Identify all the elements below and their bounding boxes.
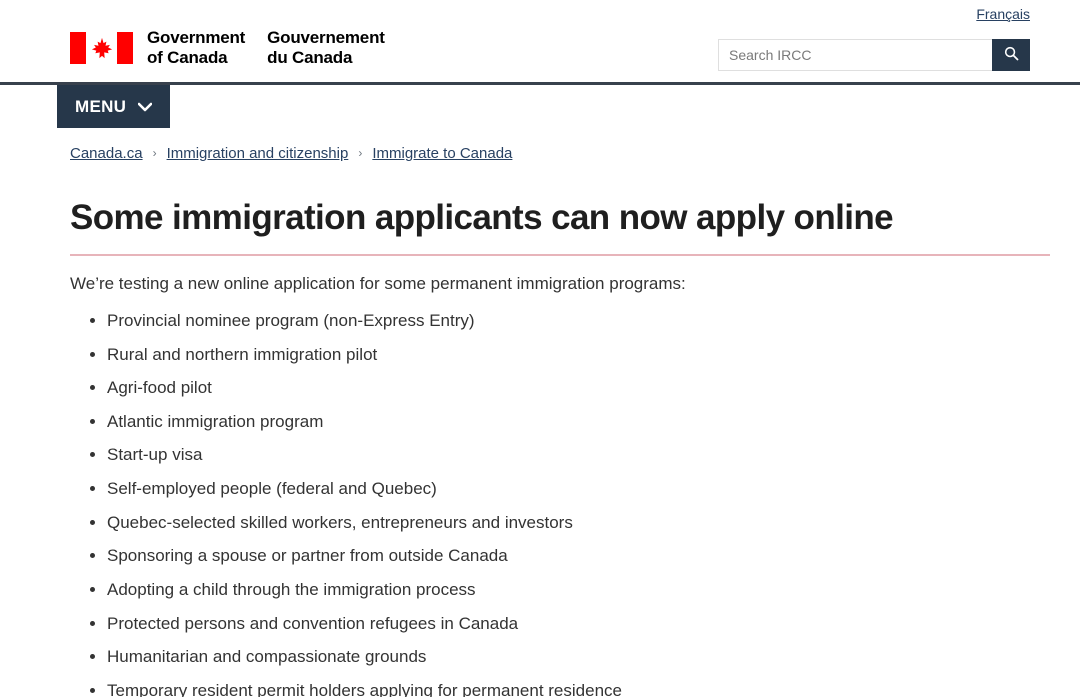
list-item: Sponsoring a spouse or partner from outs… bbox=[107, 544, 1050, 568]
wordmark-french: Gouvernement du Canada bbox=[267, 28, 385, 68]
main-menu-label: MENU bbox=[75, 96, 127, 116]
menu-band: MENU bbox=[0, 85, 1080, 137]
list-item: Temporary resident permit holders applyi… bbox=[107, 679, 1050, 697]
list-item: Start-up visa bbox=[107, 443, 1050, 467]
program-list: Provincial nominee program (non-Express … bbox=[70, 309, 1050, 697]
maple-leaf-icon bbox=[91, 37, 113, 59]
chevron-down-icon bbox=[138, 102, 153, 112]
site-search bbox=[718, 39, 1030, 71]
page-title: Some immigration applicants can now appl… bbox=[70, 198, 1050, 257]
main-content: Some immigration applicants can now appl… bbox=[70, 198, 1050, 697]
intro-paragraph: We’re testing a new online application f… bbox=[70, 274, 686, 294]
list-item: Adopting a child through the immigration… bbox=[107, 578, 1050, 602]
breadcrumb-item-immigrate-to-canada[interactable]: Immigrate to Canada bbox=[372, 146, 512, 161]
list-item: Agri-food pilot bbox=[107, 376, 1050, 400]
list-item: Atlantic immigration program bbox=[107, 410, 1050, 434]
list-item: Rural and northern immigration pilot bbox=[107, 343, 1050, 367]
breadcrumb-item-immigration-and-citizenship[interactable]: Immigration and citizenship bbox=[167, 146, 349, 161]
flag-band-left bbox=[70, 32, 86, 65]
breadcrumb: Canada.ca › Immigration and citizenship … bbox=[70, 146, 1080, 161]
search-button[interactable] bbox=[992, 39, 1030, 71]
list-item: Humanitarian and compassionate grounds bbox=[107, 645, 1050, 669]
list-item: Self-employed people (federal and Quebec… bbox=[107, 477, 1050, 501]
list-item: Protected persons and convention refugee… bbox=[107, 612, 1050, 636]
list-item: Quebec-selected skilled workers, entrepr… bbox=[107, 511, 1050, 535]
language-toggle-link[interactable]: Français bbox=[976, 6, 1030, 22]
flag-band-right bbox=[117, 32, 133, 65]
canada-wordmark: Government of Canada Gouvernement du Can… bbox=[147, 28, 385, 68]
search-input[interactable] bbox=[718, 39, 992, 71]
main-menu-button[interactable]: MENU bbox=[57, 85, 171, 128]
language-toggle: Français bbox=[976, 6, 1030, 24]
breadcrumb-item-canada-ca[interactable]: Canada.ca bbox=[70, 146, 143, 161]
wordmark-english: Government of Canada bbox=[147, 28, 246, 68]
breadcrumb-separator-2: › bbox=[358, 145, 363, 160]
government-of-canada-signature[interactable]: Government of Canada Gouvernement du Can… bbox=[70, 28, 385, 68]
breadcrumb-separator-1: › bbox=[152, 145, 157, 160]
canada-flag-icon bbox=[70, 32, 133, 65]
site-header: Français Government of Canada Gouverneme… bbox=[0, 0, 1080, 85]
search-icon bbox=[1003, 45, 1020, 65]
list-item: Provincial nominee program (non-Express … bbox=[107, 309, 1050, 333]
